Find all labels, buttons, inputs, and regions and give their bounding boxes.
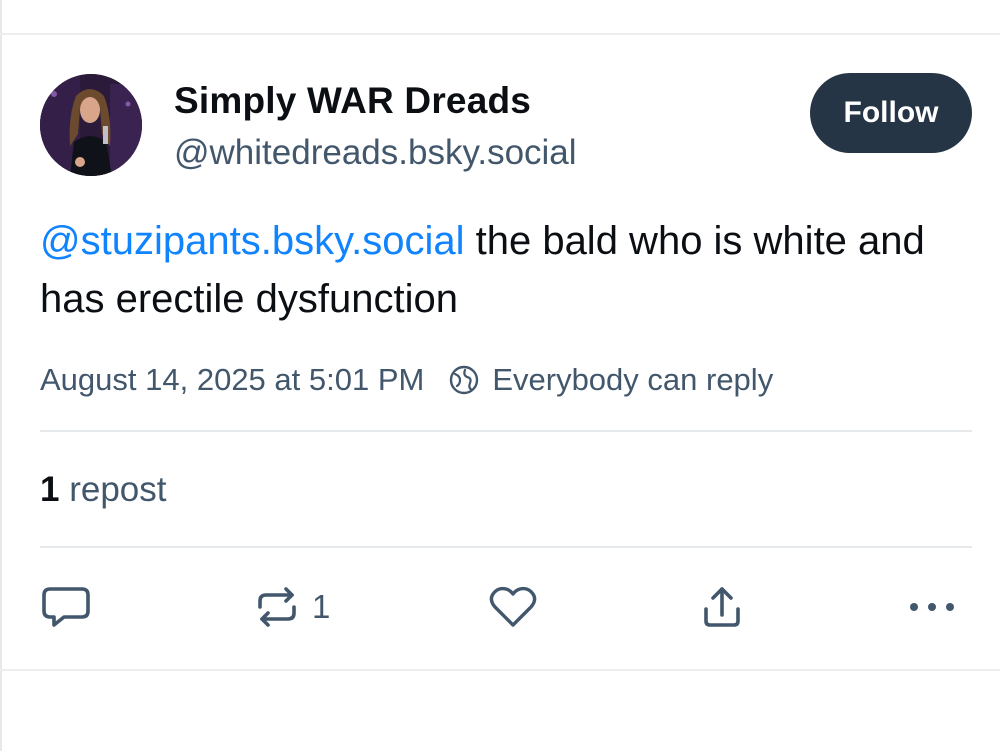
avatar-image [40, 74, 142, 176]
post-meta: August 14, 2025 at 5:01 PM Everybody can… [40, 362, 773, 398]
like-button[interactable] [488, 585, 538, 629]
timestamp[interactable]: August 14, 2025 at 5:01 PM [40, 362, 424, 398]
repost-stat-label: repost [69, 470, 167, 509]
avatar[interactable] [40, 74, 142, 176]
frame-edge [0, 0, 2, 751]
share-icon [704, 587, 740, 627]
more-icon [910, 603, 954, 611]
repost-stat[interactable]: 1 repost [40, 470, 166, 510]
repost-stat-count: 1 [40, 470, 60, 509]
follow-button[interactable]: Follow [810, 73, 972, 153]
reply-icon [42, 587, 90, 627]
divider [40, 430, 972, 432]
author-handle[interactable]: @whitedreads.bsky.social [174, 133, 577, 173]
heart-icon [489, 586, 537, 627]
bottom-divider [0, 669, 1000, 671]
share-button[interactable] [700, 585, 744, 629]
globe-icon [450, 365, 479, 395]
author-display-name[interactable]: Simply WAR Dreads [174, 80, 531, 122]
reply-button[interactable] [40, 585, 92, 629]
repost-icon [258, 587, 296, 627]
mention-link[interactable]: @stuzipants.bsky.social [40, 219, 464, 263]
divider [40, 546, 972, 548]
reply-setting[interactable]: Everybody can reply [492, 362, 773, 398]
top-divider [0, 33, 1000, 35]
repost-button[interactable]: 1 [254, 585, 330, 629]
more-button[interactable] [908, 585, 956, 629]
post-text: @stuzipants.bsky.social the bald who is … [40, 212, 970, 328]
repost-count: 1 [312, 588, 331, 625]
